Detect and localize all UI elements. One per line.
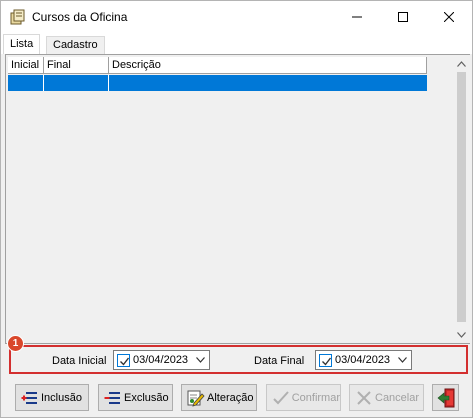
checkmark-icon: [120, 357, 130, 366]
cancel-icon: [355, 389, 373, 407]
minimize-button[interactable]: [334, 1, 380, 32]
column-header-final[interactable]: Final: [44, 57, 109, 74]
chevron-down-icon[interactable]: [195, 354, 206, 366]
window-title: Cursos da Oficina: [32, 10, 128, 24]
add-icon: [21, 389, 39, 407]
checkmark-icon: [322, 357, 332, 366]
inclusao-button[interactable]: Inclusão: [15, 384, 89, 411]
data-final-checkbox[interactable]: [319, 354, 332, 367]
cancelar-label: Cancelar: [375, 391, 420, 404]
edit-icon: [187, 389, 205, 407]
cell-descricao[interactable]: [109, 75, 427, 91]
exit-button[interactable]: [432, 384, 459, 411]
data-final-value[interactable]: 03/04/2023: [335, 354, 390, 366]
alteracao-button[interactable]: Alteração: [181, 384, 257, 411]
title-bar: Cursos da Oficina: [1, 1, 472, 32]
cancelar-button[interactable]: Cancelar: [349, 384, 424, 411]
cell-inicial[interactable]: [8, 75, 44, 91]
table-row[interactable]: [8, 75, 427, 91]
data-final-picker[interactable]: 03/04/2023: [315, 350, 412, 370]
grid-header: Inicial Final Descrição: [8, 57, 427, 74]
date-filter-panel: Data Inicial 03/04/2023 Data Final 03/04…: [9, 345, 468, 374]
maximize-icon: [398, 11, 408, 22]
data-inicial-checkbox[interactable]: [117, 354, 130, 367]
vertical-scrollbar[interactable]: [453, 55, 470, 343]
data-final-label: Data Final: [254, 355, 305, 367]
tab-cadastro[interactable]: Cadastro: [46, 36, 105, 54]
scroll-up-icon[interactable]: [453, 55, 470, 72]
alteracao-label: Alteração: [207, 391, 254, 404]
data-inicial-label: Data Inicial: [52, 355, 107, 367]
cell-final[interactable]: [44, 75, 109, 91]
column-header-inicial[interactable]: Inicial: [8, 57, 44, 74]
close-icon: [444, 11, 454, 22]
scroll-down-icon[interactable]: [453, 326, 470, 343]
courses-grid[interactable]: Inicial Final Descrição: [5, 54, 470, 344]
cursos-window: Cursos da Oficina Lista Cadastro Inicial…: [0, 0, 473, 418]
confirmar-label: Confirmar: [291, 391, 340, 404]
chevron-down-icon[interactable]: [397, 354, 408, 366]
data-inicial-picker[interactable]: 03/04/2023: [113, 350, 210, 370]
tab-lista[interactable]: Lista: [3, 34, 41, 54]
check-icon: [272, 389, 290, 407]
exclusao-button[interactable]: Exclusão: [98, 384, 173, 411]
delete-icon: [104, 389, 122, 407]
maximize-button[interactable]: [380, 1, 426, 32]
app-icon: [10, 9, 26, 25]
scroll-thumb[interactable]: [457, 72, 466, 322]
data-inicial-value[interactable]: 03/04/2023: [133, 354, 188, 366]
column-header-descricao[interactable]: Descrição: [109, 57, 427, 74]
annotation-badge: 1: [7, 335, 24, 352]
close-button[interactable]: [426, 1, 472, 32]
confirmar-button[interactable]: Confirmar: [266, 384, 341, 411]
minimize-icon: [352, 16, 362, 17]
exit-door-icon: [437, 388, 455, 407]
exclusao-label: Exclusão: [124, 391, 169, 404]
tab-strip: Lista Cadastro: [1, 32, 472, 54]
inclusao-label: Inclusão: [41, 391, 82, 404]
